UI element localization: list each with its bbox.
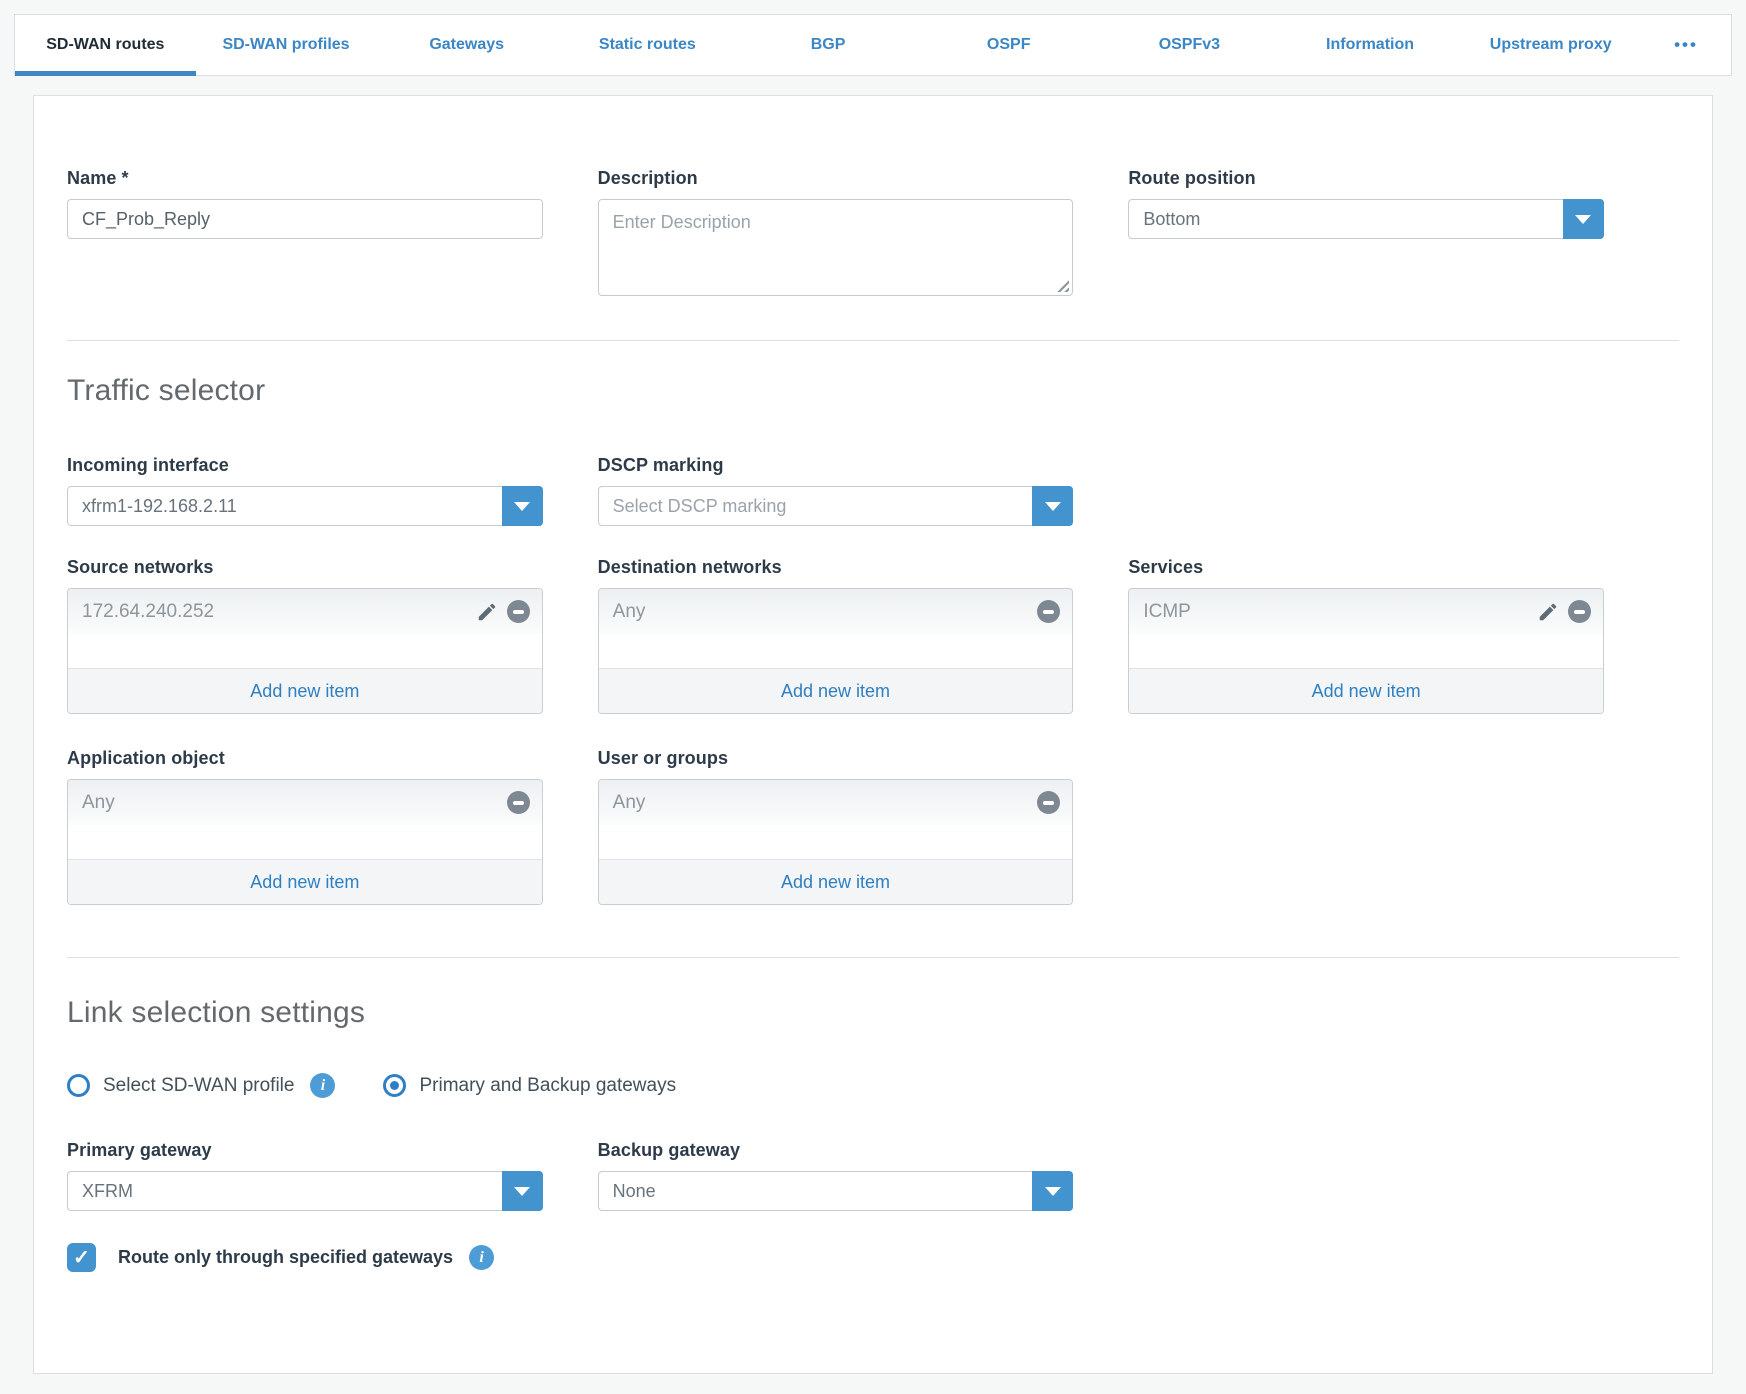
destination-network-item-text: Any (613, 601, 1038, 623)
traffic-selector-heading: Traffic selector (67, 374, 1679, 408)
application-object-item: Any (68, 780, 542, 825)
source-networks-field-group: Source networks 172.64.240.252 Add new i… (67, 557, 543, 714)
primary-gateway-value: XFRM (82, 1181, 133, 1202)
backup-gateway-field-group: Backup gateway None (598, 1140, 1074, 1211)
description-textarea[interactable] (598, 199, 1074, 296)
remove-icon[interactable] (1037, 600, 1060, 623)
services-box: ICMP Add new item (1128, 588, 1604, 714)
incoming-interface-field-group: Incoming interface xfrm1-192.168.2.11 (67, 455, 543, 526)
incoming-interface-value: xfrm1-192.168.2.11 (82, 496, 237, 517)
tab-information[interactable]: Information (1280, 15, 1461, 75)
chevron-down-icon (514, 502, 530, 511)
incoming-interface-select[interactable]: xfrm1-192.168.2.11 (67, 486, 543, 526)
tab-bgp[interactable]: BGP (738, 15, 919, 75)
dscp-marking-label: DSCP marking (598, 455, 1074, 476)
info-icon[interactable]: i (310, 1073, 335, 1098)
destination-networks-label: Destination networks (598, 557, 1074, 578)
dscp-marking-dropdown-button[interactable] (1032, 486, 1073, 526)
destination-network-item: Any (599, 589, 1073, 634)
services-field-group: Services ICMP Add new item (1128, 557, 1604, 714)
radio-select-sdwan-profile[interactable]: Select SD-WAN profile i (67, 1073, 335, 1098)
user-or-groups-item: Any (599, 780, 1073, 825)
incoming-interface-label: Incoming interface (67, 455, 543, 476)
description-label: Description (598, 168, 1074, 189)
tab-ospfv3[interactable]: OSPFv3 (1099, 15, 1280, 75)
backup-gateway-select[interactable]: None (598, 1171, 1074, 1211)
info-icon[interactable]: i (469, 1245, 494, 1270)
section-divider (67, 957, 1679, 958)
application-object-add-button[interactable]: Add new item (68, 859, 542, 904)
destination-networks-add-button[interactable]: Add new item (599, 668, 1073, 713)
tab-ospf[interactable]: OSPF (918, 15, 1099, 75)
user-or-groups-add-button[interactable]: Add new item (599, 859, 1073, 904)
source-networks-label: Source networks (67, 557, 543, 578)
route-position-dropdown-button[interactable] (1563, 199, 1604, 239)
radio-primary-backup-gateways[interactable]: Primary and Backup gateways (383, 1074, 676, 1097)
route-position-value: Bottom (1143, 209, 1200, 230)
radio-selected-icon[interactable] (383, 1074, 406, 1097)
remove-icon[interactable] (507, 791, 530, 814)
tab-sdwan-routes[interactable]: SD-WAN routes (15, 15, 196, 75)
radio-icon[interactable] (67, 1074, 90, 1097)
destination-networks-box: Any Add new item (598, 588, 1074, 714)
source-network-item: 172.64.240.252 (68, 589, 542, 634)
primary-gateway-label: Primary gateway (67, 1140, 543, 1161)
more-tabs-icon[interactable]: ••• (1641, 15, 1731, 75)
user-or-groups-box: Any Add new item (598, 779, 1074, 905)
chevron-down-icon (514, 1187, 530, 1196)
primary-gateway-select[interactable]: XFRM (67, 1171, 543, 1211)
destination-networks-field-group: Destination networks Any Add new item (598, 557, 1074, 714)
chevron-down-icon (1575, 215, 1591, 224)
name-input[interactable] (67, 199, 543, 239)
edit-icon[interactable] (476, 601, 498, 623)
incoming-interface-dropdown-button[interactable] (502, 486, 543, 526)
application-object-field-group: Application object Any Add new item (67, 748, 543, 905)
source-network-item-text: 172.64.240.252 (82, 601, 476, 623)
user-or-groups-item-text: Any (613, 792, 1038, 814)
name-field-group: Name * (67, 168, 543, 296)
tab-upstream-proxy[interactable]: Upstream proxy (1460, 15, 1641, 75)
dscp-marking-placeholder: Select DSCP marking (613, 496, 787, 517)
primary-gateway-field-group: Primary gateway XFRM (67, 1140, 543, 1211)
application-object-label: Application object (67, 748, 543, 769)
application-object-item-text: Any (82, 792, 507, 814)
radio-select-sdwan-profile-label: Select SD-WAN profile (103, 1075, 294, 1097)
sdwan-route-form-card: Name * Description Route position Bottom… (33, 95, 1713, 1374)
service-item-text: ICMP (1143, 601, 1537, 623)
remove-icon[interactable] (1037, 791, 1060, 814)
description-field-group: Description (598, 168, 1074, 296)
dscp-marking-select[interactable]: Select DSCP marking (598, 486, 1074, 526)
route-position-label: Route position (1128, 168, 1604, 189)
user-or-groups-field-group: User or groups Any Add new item (598, 748, 1074, 905)
route-position-field-group: Route position Bottom (1128, 168, 1604, 296)
source-networks-box: 172.64.240.252 Add new item (67, 588, 543, 714)
source-networks-add-button[interactable]: Add new item (68, 668, 542, 713)
backup-gateway-dropdown-button[interactable] (1032, 1171, 1073, 1211)
radio-primary-backup-gateways-label: Primary and Backup gateways (419, 1075, 676, 1097)
name-label: Name * (67, 168, 543, 189)
user-or-groups-label: User or groups (598, 748, 1074, 769)
route-only-checkbox[interactable]: ✓ (67, 1243, 96, 1272)
remove-icon[interactable] (507, 600, 530, 623)
services-add-button[interactable]: Add new item (1129, 668, 1603, 713)
remove-icon[interactable] (1568, 600, 1591, 623)
chevron-down-icon (1045, 502, 1061, 511)
tab-gateways[interactable]: Gateways (376, 15, 557, 75)
backup-gateway-value: None (613, 1181, 656, 1202)
tab-static-routes[interactable]: Static routes (557, 15, 738, 75)
dscp-marking-field-group: DSCP marking Select DSCP marking (598, 455, 1074, 526)
primary-gateway-dropdown-button[interactable] (502, 1171, 543, 1211)
route-only-checkbox-label: Route only through specified gateways (118, 1247, 453, 1268)
section-divider (67, 340, 1679, 341)
chevron-down-icon (1045, 1187, 1061, 1196)
link-selection-heading: Link selection settings (67, 996, 1679, 1030)
backup-gateway-label: Backup gateway (598, 1140, 1074, 1161)
route-position-select[interactable]: Bottom (1128, 199, 1604, 239)
service-item: ICMP (1129, 589, 1603, 634)
edit-icon[interactable] (1537, 601, 1559, 623)
tab-bar: SD-WAN routes SD-WAN profiles Gateways S… (14, 14, 1732, 76)
application-object-box: Any Add new item (67, 779, 543, 905)
tab-sdwan-profiles[interactable]: SD-WAN profiles (196, 15, 377, 75)
services-label: Services (1128, 557, 1604, 578)
